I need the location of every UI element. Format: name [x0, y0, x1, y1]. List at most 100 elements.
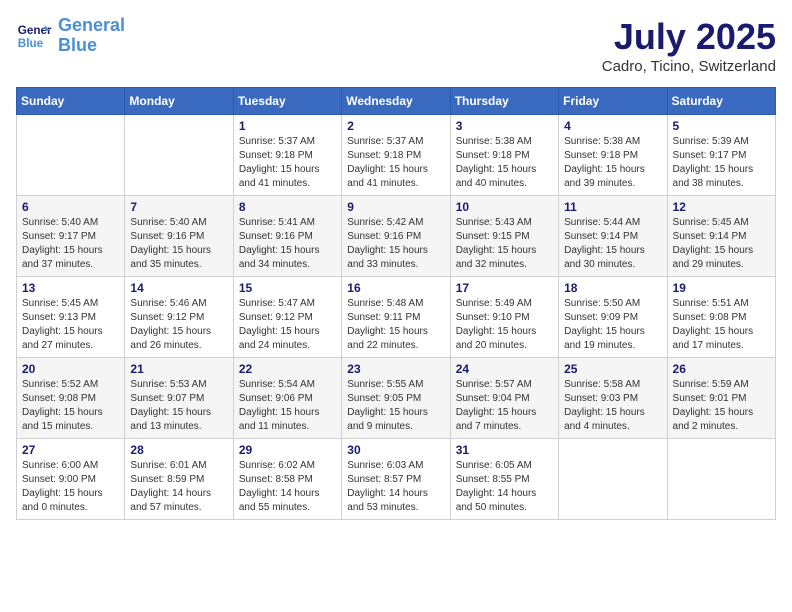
calendar-cell: 24 Sunrise: 5:57 AMSunset: 9:04 PMDaylig…	[450, 358, 558, 439]
calendar-cell: 3 Sunrise: 5:38 AMSunset: 9:18 PMDayligh…	[450, 115, 558, 196]
day-info: Sunrise: 5:59 AMSunset: 9:01 PMDaylight:…	[673, 378, 770, 434]
logo-icon: General Blue	[16, 18, 52, 54]
day-number: 8	[239, 200, 336, 214]
calendar-cell: 30 Sunrise: 6:03 AMSunset: 8:57 PMDaylig…	[342, 439, 450, 520]
weekday-header-thursday: Thursday	[450, 88, 558, 115]
day-number: 11	[564, 200, 661, 214]
calendar-cell: 9 Sunrise: 5:42 AMSunset: 9:16 PMDayligh…	[342, 196, 450, 277]
weekday-header-saturday: Saturday	[667, 88, 775, 115]
day-number: 31	[456, 443, 553, 457]
calendar-cell: 21 Sunrise: 5:53 AMSunset: 9:07 PMDaylig…	[125, 358, 233, 439]
calendar-cell: 11 Sunrise: 5:44 AMSunset: 9:14 PMDaylig…	[559, 196, 667, 277]
calendar-cell: 28 Sunrise: 6:01 AMSunset: 8:59 PMDaylig…	[125, 439, 233, 520]
day-info: Sunrise: 5:41 AMSunset: 9:16 PMDaylight:…	[239, 216, 336, 272]
day-info: Sunrise: 5:37 AMSunset: 9:18 PMDaylight:…	[239, 135, 336, 191]
calendar-cell: 7 Sunrise: 5:40 AMSunset: 9:16 PMDayligh…	[125, 196, 233, 277]
calendar-cell	[667, 439, 775, 520]
calendar-cell: 20 Sunrise: 5:52 AMSunset: 9:08 PMDaylig…	[17, 358, 125, 439]
location-subtitle: Cadro, Ticino, Switzerland	[602, 58, 776, 75]
calendar-week-row: 6 Sunrise: 5:40 AMSunset: 9:17 PMDayligh…	[17, 196, 776, 277]
day-info: Sunrise: 5:38 AMSunset: 9:18 PMDaylight:…	[456, 135, 553, 191]
calendar-cell: 8 Sunrise: 5:41 AMSunset: 9:16 PMDayligh…	[233, 196, 341, 277]
day-info: Sunrise: 5:40 AMSunset: 9:17 PMDaylight:…	[22, 216, 119, 272]
calendar-cell: 4 Sunrise: 5:38 AMSunset: 9:18 PMDayligh…	[559, 115, 667, 196]
logo-text: General Blue	[58, 16, 125, 56]
day-info: Sunrise: 5:43 AMSunset: 9:15 PMDaylight:…	[456, 216, 553, 272]
weekday-header-friday: Friday	[559, 88, 667, 115]
calendar-cell	[17, 115, 125, 196]
day-info: Sunrise: 5:44 AMSunset: 9:14 PMDaylight:…	[564, 216, 661, 272]
calendar-cell: 31 Sunrise: 6:05 AMSunset: 8:55 PMDaylig…	[450, 439, 558, 520]
calendar-cell: 26 Sunrise: 5:59 AMSunset: 9:01 PMDaylig…	[667, 358, 775, 439]
day-info: Sunrise: 5:51 AMSunset: 9:08 PMDaylight:…	[673, 297, 770, 353]
day-info: Sunrise: 5:47 AMSunset: 9:12 PMDaylight:…	[239, 297, 336, 353]
calendar-cell: 5 Sunrise: 5:39 AMSunset: 9:17 PMDayligh…	[667, 115, 775, 196]
title-section: July 2025 Cadro, Ticino, Switzerland	[602, 16, 776, 75]
day-number: 22	[239, 362, 336, 376]
day-info: Sunrise: 5:58 AMSunset: 9:03 PMDaylight:…	[564, 378, 661, 434]
calendar-cell: 18 Sunrise: 5:50 AMSunset: 9:09 PMDaylig…	[559, 277, 667, 358]
day-info: Sunrise: 5:45 AMSunset: 9:14 PMDaylight:…	[673, 216, 770, 272]
day-number: 2	[347, 119, 444, 133]
day-number: 10	[456, 200, 553, 214]
month-year-title: July 2025	[602, 16, 776, 58]
day-info: Sunrise: 6:00 AMSunset: 9:00 PMDaylight:…	[22, 459, 119, 515]
calendar-cell: 13 Sunrise: 5:45 AMSunset: 9:13 PMDaylig…	[17, 277, 125, 358]
day-number: 12	[673, 200, 770, 214]
day-number: 16	[347, 281, 444, 295]
calendar-cell	[125, 115, 233, 196]
day-info: Sunrise: 5:50 AMSunset: 9:09 PMDaylight:…	[564, 297, 661, 353]
day-info: Sunrise: 5:42 AMSunset: 9:16 PMDaylight:…	[347, 216, 444, 272]
day-info: Sunrise: 5:40 AMSunset: 9:16 PMDaylight:…	[130, 216, 227, 272]
day-number: 18	[564, 281, 661, 295]
day-info: Sunrise: 5:46 AMSunset: 9:12 PMDaylight:…	[130, 297, 227, 353]
calendar-cell: 2 Sunrise: 5:37 AMSunset: 9:18 PMDayligh…	[342, 115, 450, 196]
day-number: 1	[239, 119, 336, 133]
calendar-cell: 15 Sunrise: 5:47 AMSunset: 9:12 PMDaylig…	[233, 277, 341, 358]
day-number: 6	[22, 200, 119, 214]
calendar-cell: 29 Sunrise: 6:02 AMSunset: 8:58 PMDaylig…	[233, 439, 341, 520]
day-info: Sunrise: 5:39 AMSunset: 9:17 PMDaylight:…	[673, 135, 770, 191]
day-info: Sunrise: 5:48 AMSunset: 9:11 PMDaylight:…	[347, 297, 444, 353]
day-number: 25	[564, 362, 661, 376]
calendar-cell: 1 Sunrise: 5:37 AMSunset: 9:18 PMDayligh…	[233, 115, 341, 196]
calendar-cell: 14 Sunrise: 5:46 AMSunset: 9:12 PMDaylig…	[125, 277, 233, 358]
day-info: Sunrise: 5:55 AMSunset: 9:05 PMDaylight:…	[347, 378, 444, 434]
day-number: 14	[130, 281, 227, 295]
day-info: Sunrise: 6:01 AMSunset: 8:59 PMDaylight:…	[130, 459, 227, 515]
day-number: 27	[22, 443, 119, 457]
calendar-week-row: 27 Sunrise: 6:00 AMSunset: 9:00 PMDaylig…	[17, 439, 776, 520]
day-info: Sunrise: 5:52 AMSunset: 9:08 PMDaylight:…	[22, 378, 119, 434]
weekday-header-row: SundayMondayTuesdayWednesdayThursdayFrid…	[17, 88, 776, 115]
day-number: 30	[347, 443, 444, 457]
day-number: 26	[673, 362, 770, 376]
day-info: Sunrise: 6:03 AMSunset: 8:57 PMDaylight:…	[347, 459, 444, 515]
day-number: 21	[130, 362, 227, 376]
weekday-header-monday: Monday	[125, 88, 233, 115]
weekday-header-wednesday: Wednesday	[342, 88, 450, 115]
day-number: 19	[673, 281, 770, 295]
day-number: 9	[347, 200, 444, 214]
calendar-cell: 27 Sunrise: 6:00 AMSunset: 9:00 PMDaylig…	[17, 439, 125, 520]
day-number: 5	[673, 119, 770, 133]
day-number: 7	[130, 200, 227, 214]
day-info: Sunrise: 5:49 AMSunset: 9:10 PMDaylight:…	[456, 297, 553, 353]
logo: General Blue General Blue	[16, 16, 125, 56]
page-header: General Blue General Blue July 2025 Cadr…	[16, 16, 776, 75]
calendar-cell: 17 Sunrise: 5:49 AMSunset: 9:10 PMDaylig…	[450, 277, 558, 358]
calendar-table: SundayMondayTuesdayWednesdayThursdayFrid…	[16, 87, 776, 520]
calendar-cell: 10 Sunrise: 5:43 AMSunset: 9:15 PMDaylig…	[450, 196, 558, 277]
day-info: Sunrise: 5:54 AMSunset: 9:06 PMDaylight:…	[239, 378, 336, 434]
calendar-week-row: 20 Sunrise: 5:52 AMSunset: 9:08 PMDaylig…	[17, 358, 776, 439]
day-number: 24	[456, 362, 553, 376]
day-info: Sunrise: 5:38 AMSunset: 9:18 PMDaylight:…	[564, 135, 661, 191]
calendar-week-row: 13 Sunrise: 5:45 AMSunset: 9:13 PMDaylig…	[17, 277, 776, 358]
day-number: 4	[564, 119, 661, 133]
calendar-cell: 25 Sunrise: 5:58 AMSunset: 9:03 PMDaylig…	[559, 358, 667, 439]
day-info: Sunrise: 6:02 AMSunset: 8:58 PMDaylight:…	[239, 459, 336, 515]
weekday-header-tuesday: Tuesday	[233, 88, 341, 115]
svg-text:Blue: Blue	[18, 37, 44, 50]
day-info: Sunrise: 5:37 AMSunset: 9:18 PMDaylight:…	[347, 135, 444, 191]
day-number: 3	[456, 119, 553, 133]
day-info: Sunrise: 5:53 AMSunset: 9:07 PMDaylight:…	[130, 378, 227, 434]
